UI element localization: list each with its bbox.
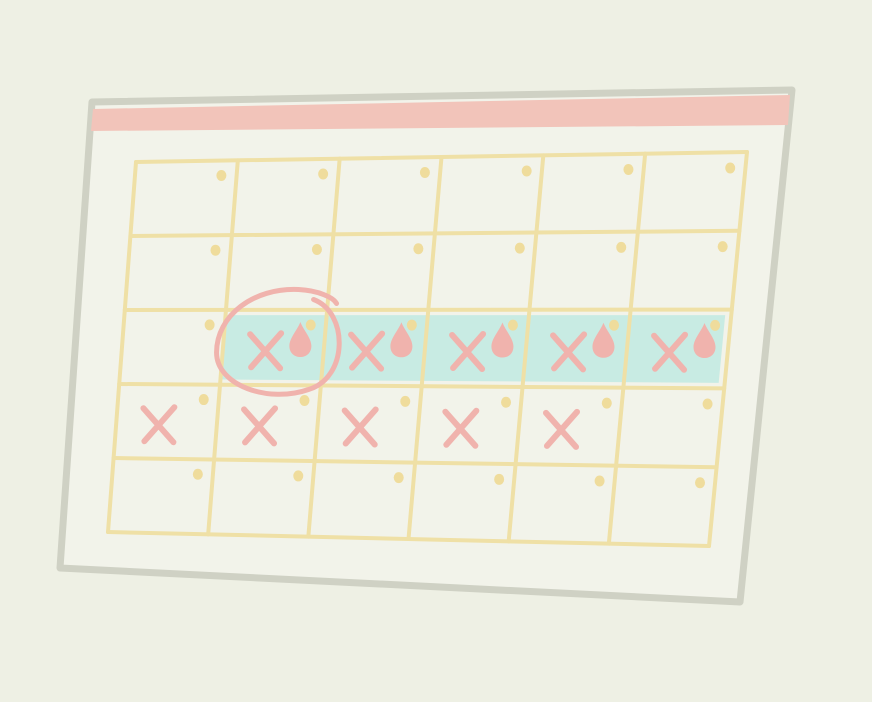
calendar-illustration — [0, 0, 872, 702]
day-dot — [494, 473, 505, 485]
day-dot — [594, 475, 605, 487]
day-dot — [413, 243, 424, 255]
day-dot — [210, 244, 221, 256]
day-dot — [695, 477, 706, 489]
day-dot — [198, 394, 209, 406]
day-dot — [305, 319, 316, 331]
day-dot — [521, 165, 532, 177]
day-dot — [609, 319, 620, 331]
day-dot — [299, 394, 310, 406]
day-dot — [702, 398, 713, 410]
day-dot — [507, 319, 518, 331]
day-dot — [501, 396, 512, 408]
day-dot — [725, 162, 736, 174]
day-dot — [419, 167, 430, 179]
day-dot — [601, 397, 612, 409]
day-dot — [318, 168, 329, 180]
day-dot — [623, 163, 634, 175]
day-dot — [192, 468, 203, 480]
day-dot — [293, 470, 304, 482]
day-dot — [406, 319, 417, 331]
day-dot — [393, 472, 404, 484]
day-dot — [717, 241, 728, 253]
day-dot — [400, 395, 411, 407]
day-dot — [216, 170, 227, 182]
day-dot — [616, 241, 627, 253]
day-dot — [514, 242, 525, 254]
day-dot — [204, 319, 215, 331]
day-dot — [710, 319, 721, 331]
day-dot — [311, 243, 322, 255]
